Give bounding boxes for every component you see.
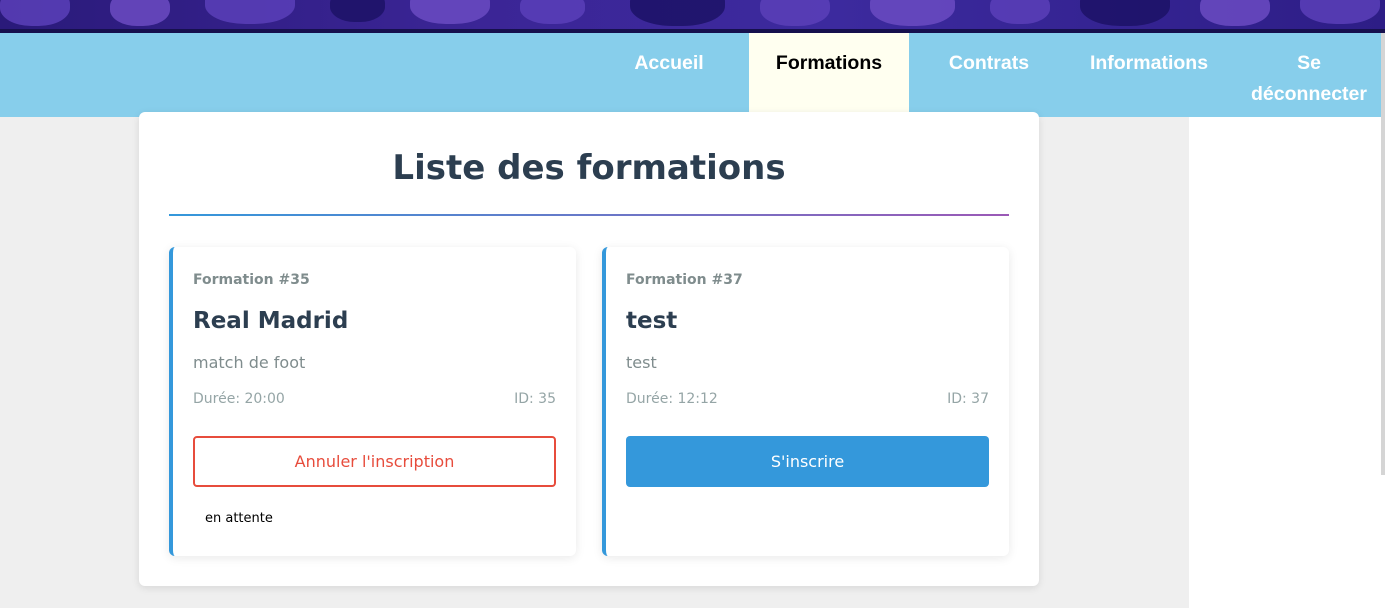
banner-decoration bbox=[760, 0, 830, 26]
registration-status: en attente bbox=[205, 511, 273, 526]
nav-item-label: Accueil bbox=[634, 52, 704, 74]
nav-item-contrats[interactable]: Contrats bbox=[909, 33, 1069, 117]
formation-title: Real Madrid bbox=[193, 308, 349, 334]
banner-decoration bbox=[205, 0, 295, 24]
formation-number: Formation #35 bbox=[193, 272, 310, 288]
formation-duration: Durée: 12:12 bbox=[626, 391, 718, 407]
header-banner bbox=[0, 0, 1385, 33]
nav-item-formations[interactable]: Formations bbox=[749, 33, 909, 117]
banner-decoration bbox=[1300, 0, 1380, 24]
formation-id: ID: 37 bbox=[947, 391, 989, 407]
formation-id: ID: 35 bbox=[514, 391, 556, 407]
nav-item-label: Contrats bbox=[948, 52, 1030, 74]
formation-title: test bbox=[626, 308, 678, 334]
banner-decoration bbox=[990, 0, 1050, 24]
banner-decoration bbox=[630, 0, 725, 26]
nav-item-label: Informations bbox=[1089, 52, 1209, 74]
banner-decoration bbox=[870, 0, 955, 26]
nav-item-informations[interactable]: Informations bbox=[1069, 33, 1229, 117]
nav-item-accueil[interactable]: Accueil bbox=[589, 33, 749, 117]
banner-decoration bbox=[0, 0, 70, 26]
banner-decoration bbox=[520, 0, 585, 24]
banner-decoration bbox=[1200, 0, 1270, 26]
formation-description: test bbox=[626, 353, 657, 372]
cancel-registration-button[interactable]: Annuler l'inscription bbox=[193, 436, 556, 487]
main-nav: Accueil Formations Contrats Informations… bbox=[0, 33, 1385, 117]
nav-item-label: Se déconnecter bbox=[1251, 52, 1367, 105]
side-panel bbox=[1189, 117, 1385, 608]
banner-decoration bbox=[110, 0, 170, 26]
banner-decoration bbox=[1080, 0, 1170, 26]
title-divider bbox=[169, 214, 1009, 216]
formation-card: Formation #37 test test Durée: 12:12 ID:… bbox=[602, 247, 1009, 556]
nav-item-logout[interactable]: Se déconnecter bbox=[1229, 33, 1385, 117]
nav-item-label: Formations bbox=[775, 52, 883, 74]
formation-number: Formation #37 bbox=[626, 272, 743, 288]
formation-duration: Durée: 20:00 bbox=[193, 391, 285, 407]
subscribe-button[interactable]: S'inscrire bbox=[626, 436, 989, 487]
formation-card: Formation #35 Real Madrid match de foot … bbox=[169, 247, 576, 556]
formation-description: match de foot bbox=[193, 353, 306, 372]
formations-list-card: Liste des formations Formation #35 Real … bbox=[139, 112, 1039, 586]
banner-decoration bbox=[330, 0, 385, 22]
scrollbar[interactable] bbox=[1381, 33, 1385, 475]
page-title: Liste des formations bbox=[392, 148, 786, 188]
banner-decoration bbox=[410, 0, 490, 24]
